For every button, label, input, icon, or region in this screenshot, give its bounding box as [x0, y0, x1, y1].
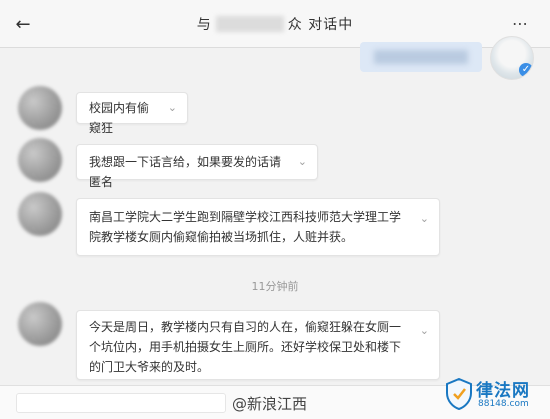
chat-header: ← 与众 对话中 ⋯	[0, 0, 550, 48]
message-input[interactable]	[16, 393, 226, 413]
self-avatar[interactable]: ✓	[490, 36, 534, 80]
blurred-message-content	[374, 50, 468, 64]
sender-avatar[interactable]	[18, 86, 62, 130]
message-bubble[interactable]: 我想跟一下话言给，如果要发的话请匿名 ⌄	[76, 144, 318, 189]
source-watermark: @新浪江西	[232, 395, 308, 413]
chevron-down-icon[interactable]: ⌄	[298, 152, 307, 172]
logo-domain: 88148.com	[478, 399, 529, 409]
message-text: 校园内有偷窥狂	[89, 101, 150, 135]
self-message-bubble[interactable]	[360, 42, 482, 72]
verified-icon: ✓	[519, 63, 533, 77]
ellipsis-icon[interactable]: ⋯	[510, 16, 530, 34]
blurred-username	[215, 16, 284, 32]
message-text: 我想跟一下话言给，如果要发的话请匿名	[89, 155, 282, 189]
message-timestamp: 11分钟前	[251, 280, 299, 293]
site-logo: 律法网 88148.com	[446, 372, 550, 419]
chevron-down-icon[interactable]: ⌄	[168, 98, 177, 118]
chevron-down-icon[interactable]: ⌄	[420, 209, 429, 229]
chat-title: 与 众 对话中	[0, 14, 550, 34]
shield-icon	[446, 378, 472, 410]
message-text: 今天是周日，教学楼内只有自习的人在，偷窥狂躲在女厕一个坑位内，用手机拍摄女生上厕…	[89, 320, 402, 374]
message-bubble[interactable]: 今天是周日，教学楼内只有自习的人在，偷窥狂躲在女厕一个坑位内，用手机拍摄女生上厕…	[76, 310, 440, 380]
sender-avatar[interactable]	[18, 302, 62, 346]
chevron-down-icon[interactable]: ⌄	[420, 321, 429, 341]
logo-name: 律法网	[476, 381, 530, 401]
message-bubble[interactable]: 南昌工学院大二学生跑到隔壁学校江西科技师范大学理工学院教学楼女厕内偷窥偷拍被当场…	[76, 198, 440, 256]
message-text: 南昌工学院大二学生跑到隔壁学校江西科技师范大学理工学院教学楼女厕内偷窥偷拍被当场…	[89, 210, 402, 244]
sender-avatar[interactable]	[18, 192, 62, 236]
title-suffix: 众 对话中	[287, 17, 354, 33]
title-prefix: 与	[196, 17, 212, 33]
sender-avatar[interactable]	[18, 138, 62, 182]
message-bubble[interactable]: 校园内有偷窥狂 ⌄	[76, 92, 188, 135]
